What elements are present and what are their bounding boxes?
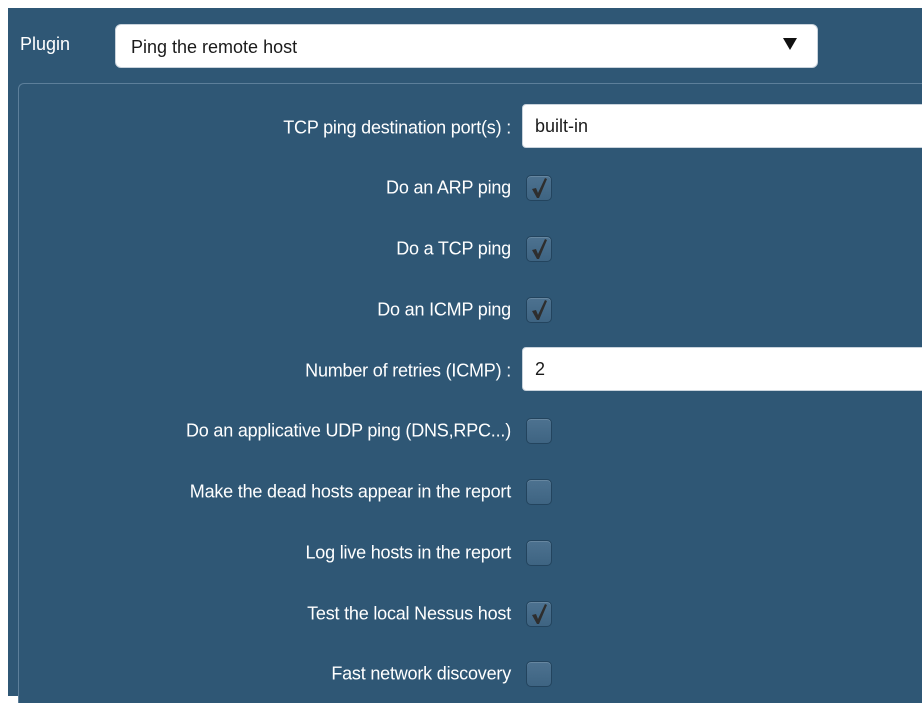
udp-ping-label: Do an applicative UDP ping (DNS,RPC...): [186, 420, 511, 441]
setting-row-test-local-host: Test the local Nessus host: [19, 590, 921, 638]
setting-row-tcp-ping: Do a TCP ping: [19, 225, 921, 273]
log-live-hosts-label: Log live hosts in the report: [305, 542, 511, 563]
setting-row-tcp-ports: TCP ping destination port(s) :: [19, 104, 922, 152]
tcp-ports-label: TCP ping destination port(s) :: [283, 117, 511, 138]
setting-row-udp-ping: Do an applicative UDP ping (DNS,RPC...): [19, 407, 921, 455]
plugin-row: Plugin Ping the remote host: [8, 8, 922, 78]
checkmark-icon: [532, 178, 547, 198]
icmp-ping-checkbox[interactable]: [526, 297, 552, 323]
tcp-ports-input[interactable]: [522, 104, 922, 148]
arp-ping-label: Do an ARP ping: [386, 177, 511, 198]
setting-row-fast-discovery: Fast network discovery: [19, 650, 921, 698]
setting-row-dead-hosts: Make the dead hosts appear in the report: [19, 468, 921, 516]
setting-row-log-live-hosts: Log live hosts in the report: [19, 529, 921, 577]
udp-ping-checkbox[interactable]: [526, 418, 552, 444]
plugin-settings-window: Plugin Ping the remote host TCP ping des…: [8, 8, 922, 703]
dropdown-arrow-icon: [783, 38, 797, 50]
fast-discovery-label: Fast network discovery: [331, 663, 511, 684]
plugin-dropdown-value: Ping the remote host: [131, 37, 298, 57]
tcp-ping-label: Do a TCP ping: [396, 238, 511, 259]
setting-row-arp-ping: Do an ARP ping: [19, 164, 921, 212]
settings-panel: TCP ping destination port(s) : Do an ARP…: [18, 83, 922, 703]
setting-row-icmp-ping: Do an ICMP ping: [19, 286, 921, 334]
checkmark-icon: [532, 239, 547, 259]
icmp-retries-label: Number of retries (ICMP) :: [305, 360, 511, 381]
fast-discovery-checkbox[interactable]: [526, 661, 552, 687]
dead-hosts-label: Make the dead hosts appear in the report: [189, 481, 511, 502]
icmp-ping-label: Do an ICMP ping: [377, 299, 511, 320]
plugin-dropdown[interactable]: Ping the remote host: [115, 24, 818, 68]
plugin-label: Plugin: [20, 34, 71, 54]
tcp-ping-checkbox[interactable]: [526, 236, 552, 262]
icmp-retries-input[interactable]: [522, 347, 922, 391]
checkmark-icon: [532, 300, 547, 320]
arp-ping-checkbox[interactable]: [526, 175, 552, 201]
log-live-hosts-checkbox[interactable]: [526, 540, 552, 566]
test-local-host-checkbox[interactable]: [526, 601, 552, 627]
dead-hosts-checkbox[interactable]: [526, 479, 552, 505]
checkmark-icon: [532, 604, 547, 624]
test-local-host-label: Test the local Nessus host: [307, 603, 511, 624]
setting-row-icmp-retries: Number of retries (ICMP) :: [19, 347, 922, 395]
